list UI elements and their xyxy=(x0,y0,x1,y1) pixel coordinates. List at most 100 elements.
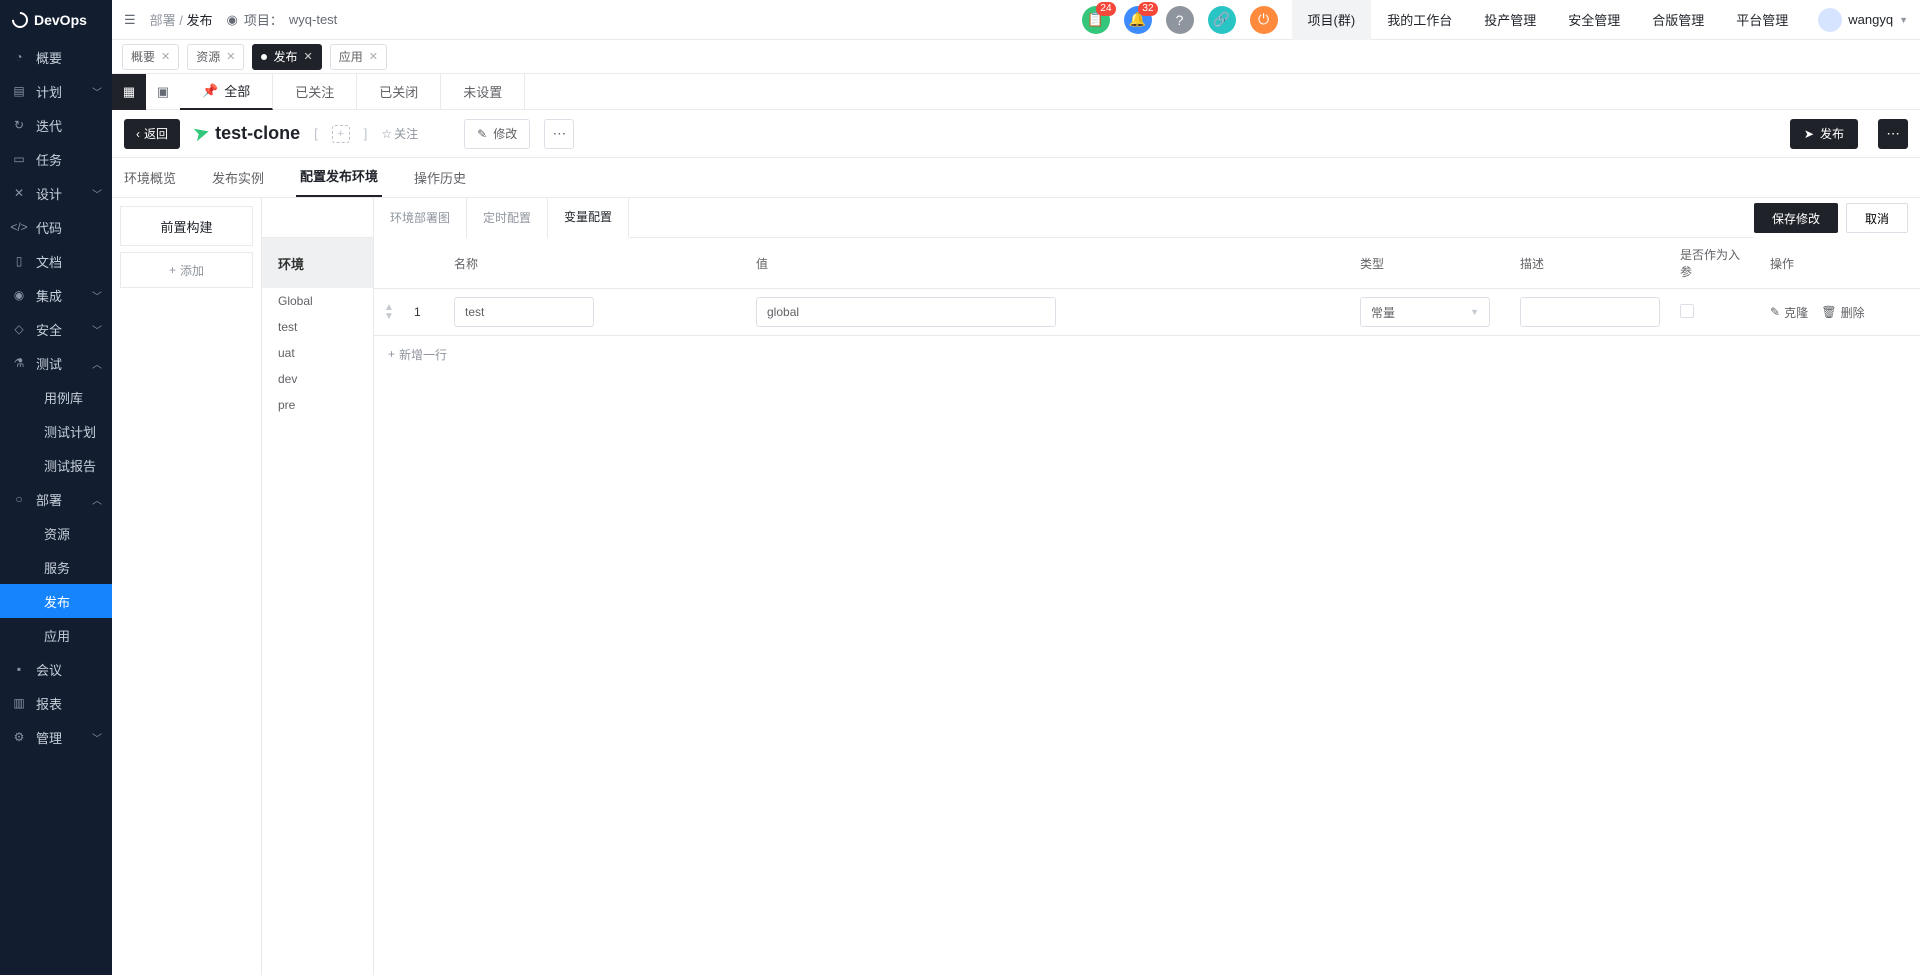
sidebar-item[interactable]: ⚗测试︿ xyxy=(0,346,112,380)
user-menu[interactable]: wangyq ▼ xyxy=(1818,8,1908,32)
close-icon[interactable]: ✕ xyxy=(161,50,170,63)
tabstrip: 概要✕ 资源✕ 发布✕ 应用✕ xyxy=(112,40,1920,74)
sidebar-item[interactable]: ▯文档 xyxy=(0,244,112,278)
delete-button[interactable]: 🗑 删除 xyxy=(1821,304,1864,321)
sidebar-item[interactable]: 资源 xyxy=(0,516,112,550)
sidebar-item[interactable]: </>代码 xyxy=(0,210,112,244)
sidebar-item[interactable]: 应用 xyxy=(0,618,112,652)
type-select[interactable]: 常量▼ xyxy=(1360,297,1490,327)
env-item[interactable]: pre xyxy=(262,392,373,418)
follow-button[interactable]: ☆ 关注 xyxy=(381,125,418,142)
sidebar-item[interactable]: ⚙管理﹀ xyxy=(0,720,112,754)
env-item[interactable]: Global xyxy=(262,288,373,314)
nav-label: 任务 xyxy=(36,150,62,169)
add-tag-button[interactable]: + xyxy=(332,125,350,143)
filter-tab[interactable]: 📌全部 xyxy=(180,74,273,110)
desc-input[interactable] xyxy=(1520,297,1660,327)
breadcrumb: 部署 / 发布 xyxy=(150,10,213,29)
tab-pill[interactable]: 概要✕ xyxy=(122,44,179,70)
topnav-item[interactable]: 合版管理 xyxy=(1636,0,1720,40)
col-ops: 操作 xyxy=(1760,238,1920,289)
tab-pill[interactable]: 应用✕ xyxy=(330,44,387,70)
publish-button[interactable]: ➤ 发布 xyxy=(1790,119,1858,149)
config-tab[interactable]: 定时配置 xyxy=(467,198,548,238)
sidebar-item[interactable]: ✕设计﹀ xyxy=(0,176,112,210)
filter-tab[interactable]: 已关注 xyxy=(273,74,357,110)
env-item[interactable]: test xyxy=(262,314,373,340)
name-input[interactable] xyxy=(454,297,594,327)
crumb-b[interactable]: 发布 xyxy=(187,13,213,28)
sidebar-item[interactable]: ○部署︿ xyxy=(0,482,112,516)
add-prebuild-button[interactable]: + 添加 xyxy=(120,252,253,288)
topnav-item[interactable]: 我的工作台 xyxy=(1371,0,1468,40)
left-column: 前置构建 + 添加 xyxy=(112,198,262,975)
help-icon[interactable]: ? xyxy=(1166,6,1194,34)
tab-pill[interactable]: 发布✕ xyxy=(252,44,321,70)
sidebar-item[interactable]: 测试报告 xyxy=(0,448,112,482)
nav-icon: ⚙ xyxy=(12,730,26,744)
view-list-icon[interactable]: ▦ xyxy=(112,74,146,110)
close-icon[interactable]: ✕ xyxy=(369,50,378,63)
link-icon[interactable]: 🔗 xyxy=(1208,6,1236,34)
sidebar-item[interactable]: ◉集成﹀ xyxy=(0,278,112,312)
sort-handle[interactable]: ▲▼ xyxy=(384,303,394,321)
sidebar-item[interactable]: 测试计划 xyxy=(0,414,112,448)
nav-icon: </> xyxy=(12,220,26,234)
topnav-item[interactable]: 项目(群) xyxy=(1292,0,1372,40)
sidebar-item[interactable]: ↻迭代 xyxy=(0,108,112,142)
chevron-down-icon: ▼ xyxy=(1899,15,1908,25)
notif-bell-icon[interactable]: 🔔32 xyxy=(1124,6,1152,34)
env-item[interactable]: uat xyxy=(262,340,373,366)
sidebar-item[interactable]: ◔概要 xyxy=(0,40,112,74)
tab-pill[interactable]: 资源✕ xyxy=(187,44,244,70)
sidebar-item[interactable]: ▤计划﹀ xyxy=(0,74,112,108)
close-icon[interactable]: ✕ xyxy=(226,50,235,63)
cancel-button[interactable]: 取消 xyxy=(1846,203,1908,233)
config-tab[interactable]: 变量配置 xyxy=(548,198,629,238)
view-card-icon[interactable]: ▣ xyxy=(146,74,180,110)
clone-button[interactable]: ✎ 克隆 xyxy=(1770,304,1808,321)
topnav-item[interactable]: 平台管理 xyxy=(1720,0,1804,40)
back-button[interactable]: ‹ 返回 xyxy=(124,119,180,149)
sidebar-item[interactable]: ▪会议 xyxy=(0,652,112,686)
sidebar-item[interactable]: ▥报表 xyxy=(0,686,112,720)
config-tab[interactable]: 环境部署图 xyxy=(374,198,467,238)
menu-toggle-icon[interactable]: ☰ xyxy=(124,12,136,28)
nav-icon: ▪ xyxy=(12,662,26,676)
add-row-button[interactable]: + 新增一行 xyxy=(374,336,1920,372)
topnav-item[interactable]: 投产管理 xyxy=(1468,0,1552,40)
section-tab[interactable]: 操作历史 xyxy=(410,168,470,197)
env-column: 环境 Globaltestuatdevpre xyxy=(262,198,374,975)
filter-tabs: 📌全部已关注已关闭未设置 xyxy=(180,74,525,110)
more-button[interactable]: ⋯ xyxy=(544,119,574,149)
isparam-checkbox[interactable] xyxy=(1680,304,1694,318)
nav-label: 测试计划 xyxy=(44,422,96,441)
notif-green-icon[interactable]: 📋24 xyxy=(1082,6,1110,34)
section-tab[interactable]: 发布实例 xyxy=(208,168,268,197)
env-item[interactable]: dev xyxy=(262,366,373,392)
value-input[interactable] xyxy=(756,297,1056,327)
nav-icon: ▥ xyxy=(12,696,26,710)
chevron-icon: ︿ xyxy=(92,492,102,507)
close-icon[interactable]: ✕ xyxy=(303,50,312,63)
topnav-item[interactable]: 安全管理 xyxy=(1552,0,1636,40)
filter-tab[interactable]: 未设置 xyxy=(441,74,525,110)
publish-more-button[interactable]: ⋯ xyxy=(1878,119,1908,149)
section-tab[interactable]: 环境概览 xyxy=(120,168,180,197)
crumb-a[interactable]: 部署 xyxy=(150,13,176,28)
section-tab[interactable]: 配置发布环境 xyxy=(296,166,382,197)
sidebar-item[interactable]: 服务 xyxy=(0,550,112,584)
modify-button[interactable]: ✎ 修改 xyxy=(464,119,530,149)
project-display[interactable]: ◉ 项目：wyq-test xyxy=(227,10,338,29)
sidebar-item[interactable]: ◇安全﹀ xyxy=(0,312,112,346)
sidebar-item[interactable]: 用例库 xyxy=(0,380,112,414)
power-icon[interactable]: ⏻ xyxy=(1250,6,1278,34)
nav-label: 迭代 xyxy=(36,116,62,135)
logo[interactable]: DevOps xyxy=(0,0,112,40)
sidebar-item[interactable]: 发布 xyxy=(0,584,112,618)
page-title: ➤ test-clone xyxy=(194,123,300,144)
save-button[interactable]: 保存修改 xyxy=(1754,203,1838,233)
sidebar-item[interactable]: ▭任务 xyxy=(0,142,112,176)
filter-tab[interactable]: 已关闭 xyxy=(357,74,441,110)
prebuild-tab[interactable]: 前置构建 xyxy=(120,206,253,246)
